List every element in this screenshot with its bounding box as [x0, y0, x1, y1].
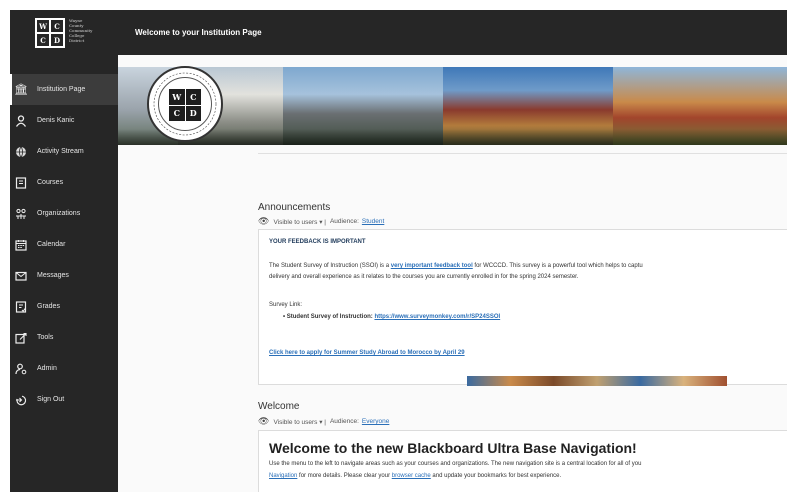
seal-mark: WCCD: [169, 89, 201, 121]
welcome-title: Welcome to the new Blackboard Ultra Base…: [269, 440, 637, 456]
institution-icon: 🏛: [14, 83, 28, 96]
announcement-body-line1: The Student Survey of Instruction (SSOI)…: [269, 263, 643, 269]
announcement-body-line2: delivery and overall experience as it re…: [269, 274, 579, 280]
survey-label: Survey Link:: [269, 302, 303, 308]
welcome-visibility-row: 👁 Visible to users ▾ | Audience: Everyon…: [258, 416, 390, 426]
audience-link[interactable]: Student: [362, 218, 384, 225]
sidebar-item-label: Admin: [37, 365, 57, 372]
organizations-icon: [14, 207, 28, 221]
study-abroad-image[interactable]: [467, 376, 727, 386]
visibility-dropdown[interactable]: Visible to users ▾ |: [273, 418, 326, 426]
survey-url-link[interactable]: https://www.surveymonkey.com/r/SP24SSOI: [374, 314, 500, 320]
top-bar: Welcome to your Institution Page: [118, 10, 787, 55]
sidebar: W C C D Wayne County Community College Distr…: [10, 10, 118, 492]
grades-icon: [14, 300, 28, 314]
sidebar-item-label: Courses: [37, 179, 64, 186]
eye-icon: 👁: [258, 416, 270, 426]
sidebar-item-label: Sign Out: [37, 396, 65, 403]
logo-mark: W C C D: [35, 18, 65, 48]
sidebar-item-grades[interactable]: Grades: [10, 291, 118, 322]
globe-icon: [14, 145, 28, 159]
signout-icon: [14, 393, 28, 407]
logo-text: Wayne County Community College District: [69, 18, 93, 43]
welcome-heading: Welcome: [258, 401, 300, 412]
welcome-card: Welcome to the new Blackboard Ultra Base…: [258, 430, 787, 492]
main-content: Announcements 👁 Visible to users ▾ | Aud…: [118, 145, 787, 492]
sidebar-item-activity-stream[interactable]: Activity Stream: [10, 136, 118, 167]
welcome-line2: Navigation for more details. Please clea…: [269, 473, 562, 479]
sidebar-item-courses[interactable]: Courses: [10, 167, 118, 198]
announcements-visibility-row: 👁 Visible to users ▾ | Audience: Student: [258, 216, 385, 226]
eye-icon: 👁: [258, 216, 270, 226]
feedback-tool-link[interactable]: very important feedback tool: [391, 263, 473, 269]
courses-icon: [14, 176, 28, 190]
sidebar-item-label: Institution Page: [37, 86, 86, 93]
sidebar-item-label: Tools: [37, 334, 54, 341]
sidebar-item-label: Organizations: [37, 210, 81, 217]
welcome-line1: Use the menu to the left to navigate are…: [269, 461, 642, 467]
tools-icon: [14, 331, 28, 345]
study-abroad-link[interactable]: Click here to apply for Summer Study Abr…: [269, 350, 465, 356]
messages-icon: [14, 269, 28, 283]
announcements-heading: Announcements: [258, 202, 331, 213]
announcement-card: YOUR FEEDBACK IS IMPORTANT The Student S…: [258, 229, 787, 386]
college-seal: WCCD: [147, 66, 223, 142]
sidebar-item-messages[interactable]: Messages: [10, 260, 118, 291]
sidebar-nav: 🏛 Institution Page Denis Kanic Activity …: [10, 74, 118, 415]
navigation-link[interactable]: Navigation: [269, 473, 297, 479]
user-icon: [14, 114, 28, 128]
survey-item: • Student Survey of Instruction: https:/…: [283, 314, 501, 320]
audience-link[interactable]: Everyone: [362, 418, 389, 425]
browser-cache-link[interactable]: browser cache: [392, 473, 431, 479]
announcement-title: YOUR FEEDBACK IS IMPORTANT: [269, 239, 366, 245]
sidebar-item-label: Denis Kanic: [37, 117, 75, 124]
sidebar-item-admin[interactable]: Admin: [10, 353, 118, 384]
calendar-icon: [14, 238, 28, 252]
college-logo[interactable]: W C C D Wayne County Community College Distr…: [35, 18, 99, 48]
sidebar-item-tools[interactable]: Tools: [10, 322, 118, 353]
sidebar-item-profile[interactable]: Denis Kanic: [10, 105, 118, 136]
sidebar-item-label: Calendar: [37, 241, 66, 248]
app-frame: W C C D Wayne County Community College Distr…: [10, 10, 787, 492]
sidebar-item-institution-page[interactable]: 🏛 Institution Page: [10, 74, 118, 105]
sidebar-item-label: Grades: [37, 303, 60, 310]
visibility-dropdown[interactable]: Visible to users ▾ |: [273, 218, 326, 226]
sidebar-item-label: Activity Stream: [37, 148, 84, 155]
sidebar-item-sign-out[interactable]: Sign Out: [10, 384, 118, 415]
admin-icon: [14, 362, 28, 376]
sidebar-item-organizations[interactable]: Organizations: [10, 198, 118, 229]
sidebar-item-calendar[interactable]: Calendar: [10, 229, 118, 260]
page-title: Welcome to your Institution Page: [135, 28, 262, 37]
sidebar-item-label: Messages: [37, 272, 69, 279]
